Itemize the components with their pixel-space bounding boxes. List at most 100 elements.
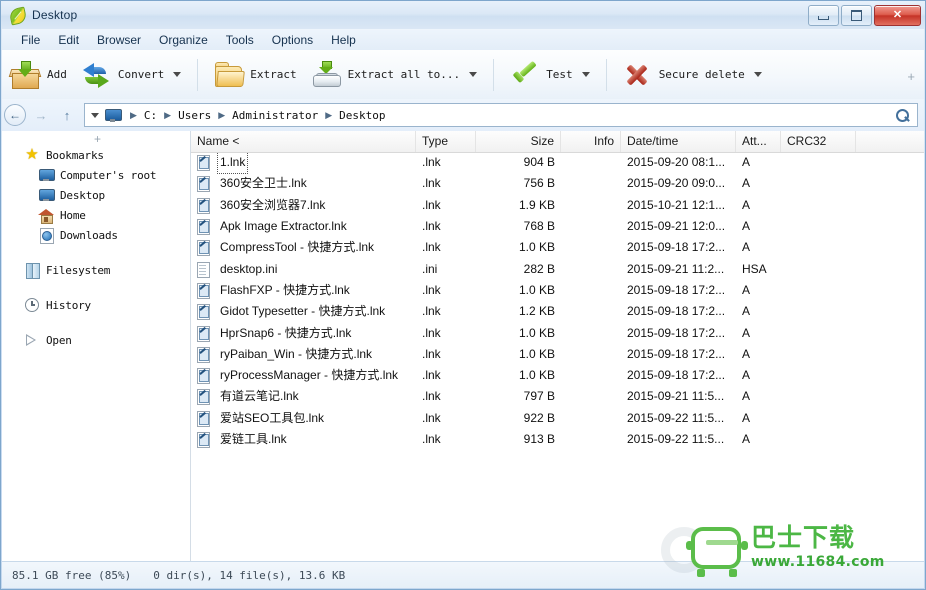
content-area: + ★ Bookmarks Computer's root Desktop Ho… bbox=[2, 131, 924, 562]
cell-type: .lnk bbox=[422, 155, 441, 170]
file-name-label: FlashFXP - 快捷方式.lnk bbox=[220, 282, 350, 297]
menu-browser[interactable]: Browser bbox=[88, 31, 150, 49]
lnk-icon bbox=[197, 197, 211, 214]
extract-all-to-button[interactable]: Extract all to... bbox=[303, 53, 487, 97]
cell-att: A bbox=[742, 155, 751, 170]
drive-icon bbox=[311, 60, 341, 90]
test-dropdown-icon[interactable] bbox=[581, 72, 590, 77]
cell-type: .lnk bbox=[422, 304, 441, 319]
file-name-label: CompressTool - 快捷方式.lnk bbox=[220, 240, 375, 255]
sidebar-item-history[interactable]: History bbox=[2, 295, 190, 315]
convert-dropdown-icon[interactable] bbox=[173, 72, 182, 77]
convert-button[interactable]: Convert bbox=[73, 53, 190, 97]
file-name-label: ryProcessManager - 快捷方式.lnk bbox=[220, 368, 399, 383]
cell-att: A bbox=[742, 432, 751, 446]
table-row[interactable]: 爱站SEO工具包.lnk .lnk 922 B 2015-09-22 11:5... A bbox=[191, 408, 924, 429]
cell-name: Apk Image Extractor.lnk bbox=[191, 216, 416, 237]
secure-delete-dropdown-icon[interactable] bbox=[753, 72, 762, 77]
cell-size: 797 B bbox=[523, 389, 555, 404]
cell-size: 768 B bbox=[523, 219, 555, 234]
forward-button[interactable]: → bbox=[28, 102, 54, 128]
lnk-icon bbox=[197, 389, 211, 406]
cell-type: .lnk bbox=[422, 176, 441, 191]
address-bar: ← → ↑ ▶ C: ▶ Users ▶ Administrator ▶ Des… bbox=[2, 99, 924, 132]
cell-datetime: 2015-09-22 11:5... bbox=[627, 410, 725, 425]
table-row[interactable]: 有道云笔记.lnk .lnk 797 B 2015-09-21 11:5... A bbox=[191, 386, 924, 407]
extract-all-dropdown-icon[interactable] bbox=[469, 72, 478, 77]
up-button[interactable]: ↑ bbox=[54, 102, 80, 128]
column-header-datetime[interactable]: Date/time bbox=[621, 131, 736, 152]
peazip-window: Desktop ✕ File Edit Browser Organize Too… bbox=[0, 0, 926, 590]
file-name-label: Apk Image Extractor.lnk bbox=[220, 219, 347, 234]
table-row[interactable]: 360安全浏览器7.lnk .lnk 1.9 KB 2015-10-21 12:1..… bbox=[191, 195, 924, 216]
sidebar-item-label: Computer's root bbox=[60, 168, 157, 182]
back-button[interactable]: ← bbox=[2, 102, 28, 128]
cell-name: 爱站SEO工具包.lnk bbox=[191, 408, 416, 429]
secure-delete-button[interactable]: Secure delete bbox=[614, 53, 771, 97]
menu-tools[interactable]: Tools bbox=[217, 31, 263, 49]
column-header-name[interactable]: Name < bbox=[191, 131, 416, 152]
cell-datetime: 2015-09-18 17:2... bbox=[627, 282, 726, 297]
breadcrumb-item-drive[interactable]: C: bbox=[142, 109, 159, 122]
column-header-size[interactable]: Size bbox=[476, 131, 561, 152]
close-button[interactable]: ✕ bbox=[874, 5, 921, 26]
sidebar-item-computers-root[interactable]: Computer's root bbox=[2, 165, 190, 185]
table-row[interactable]: CompressTool - 快捷方式.lnk .lnk 1.0 KB 2015-09… bbox=[191, 237, 924, 258]
breadcrumb-item-users[interactable]: Users bbox=[176, 109, 213, 122]
breadcrumb-bar[interactable]: ▶ C: ▶ Users ▶ Administrator ▶ Desktop bbox=[84, 103, 918, 127]
column-header-type[interactable]: Type bbox=[416, 131, 476, 152]
sidebar-item-open[interactable]: Open bbox=[2, 330, 190, 350]
file-name-label: desktop.ini bbox=[220, 261, 278, 276]
table-row[interactable]: ryProcessManager - 快捷方式.lnk .lnk 1.0 KB 201… bbox=[191, 365, 924, 386]
sidebar-add-button[interactable]: + bbox=[94, 132, 101, 146]
extract-button[interactable]: Extract bbox=[205, 53, 302, 97]
table-row[interactable]: 1.lnk .lnk 904 B 2015-09-20 08:1... A bbox=[191, 152, 924, 175]
menu-edit[interactable]: Edit bbox=[49, 31, 88, 49]
table-row[interactable]: 爱链工具.lnk .lnk 913 B 2015-09-22 11:5... A bbox=[191, 429, 924, 450]
main-toolbar: Add Convert Extract Extract all to... Te… bbox=[2, 50, 924, 100]
sidebar-item-downloads[interactable]: Downloads bbox=[2, 225, 190, 245]
maximize-button[interactable] bbox=[841, 5, 872, 26]
cell-datetime: 2015-09-21 11:5... bbox=[627, 389, 725, 404]
add-button[interactable]: Add bbox=[2, 53, 73, 97]
file-rows: 1.lnk .lnk 904 B 2015-09-20 08:1... A 360安全卫士… bbox=[191, 152, 924, 562]
cell-datetime: 2015-09-22 11:5... bbox=[627, 432, 725, 446]
forward-icon: → bbox=[34, 107, 48, 123]
minimize-button[interactable] bbox=[808, 5, 839, 26]
table-row[interactable]: desktop.ini .ini 282 B 2015-09-21 11:2... HS… bbox=[191, 258, 924, 279]
cell-name: ryProcessManager - 快捷方式.lnk bbox=[191, 365, 416, 386]
toolbar-overflow-button[interactable]: + bbox=[907, 69, 915, 84]
sidebar-item-bookmarks[interactable]: ★ Bookmarks bbox=[2, 145, 190, 165]
column-header-crc32[interactable]: CRC32 bbox=[781, 131, 856, 152]
file-name-label: ryPaiban_Win - 快捷方式.lnk bbox=[220, 346, 373, 361]
add-label: Add bbox=[47, 68, 67, 81]
breadcrumb-dropdown-icon[interactable] bbox=[91, 112, 99, 118]
search-icon[interactable] bbox=[895, 109, 910, 124]
sidebar-item-label: History bbox=[46, 298, 91, 312]
column-header-att[interactable]: Att... bbox=[736, 131, 781, 152]
cell-name: 360安全卫士.lnk bbox=[191, 173, 416, 194]
cell-type: .lnk bbox=[422, 346, 441, 361]
sidebar-item-label: Desktop bbox=[60, 188, 105, 202]
menu-options[interactable]: Options bbox=[263, 31, 322, 49]
sidebar-item-desktop[interactable]: Desktop bbox=[2, 185, 190, 205]
table-row[interactable]: FlashFXP - 快捷方式.lnk .lnk 1.0 KB 2015-09-18 … bbox=[191, 280, 924, 301]
table-row[interactable]: Gidot Typesetter - 快捷方式.lnk .lnk 1.2 KB 201… bbox=[191, 301, 924, 322]
menu-file[interactable]: File bbox=[12, 31, 49, 49]
table-row[interactable]: HprSnap6 - 快捷方式.lnk .lnk 1.0 KB 2015-09-18 … bbox=[191, 322, 924, 343]
table-row[interactable]: 360安全卫士.lnk .lnk 756 B 2015-09-20 09:0... A bbox=[191, 173, 924, 194]
table-row[interactable]: Apk Image Extractor.lnk .lnk 768 B 2015-09-… bbox=[191, 216, 924, 237]
sidebar-item-filesystem[interactable]: Filesystem bbox=[2, 260, 190, 280]
sidebar-item-home[interactable]: Home bbox=[2, 205, 190, 225]
column-header-info[interactable]: Info bbox=[561, 131, 621, 152]
breadcrumb-item-administrator[interactable]: Administrator bbox=[230, 109, 320, 122]
lnk-icon bbox=[197, 282, 211, 299]
test-button[interactable]: Test bbox=[501, 53, 599, 97]
menu-help[interactable]: Help bbox=[322, 31, 365, 49]
breadcrumb-item-desktop[interactable]: Desktop bbox=[337, 109, 387, 122]
cell-att: A bbox=[742, 176, 751, 191]
menu-organize[interactable]: Organize bbox=[150, 31, 217, 49]
table-row[interactable]: ryPaiban_Win - 快捷方式.lnk .lnk 1.0 KB 2015-09… bbox=[191, 344, 924, 365]
cell-type: .lnk bbox=[422, 432, 441, 446]
lnk-icon bbox=[197, 346, 211, 363]
